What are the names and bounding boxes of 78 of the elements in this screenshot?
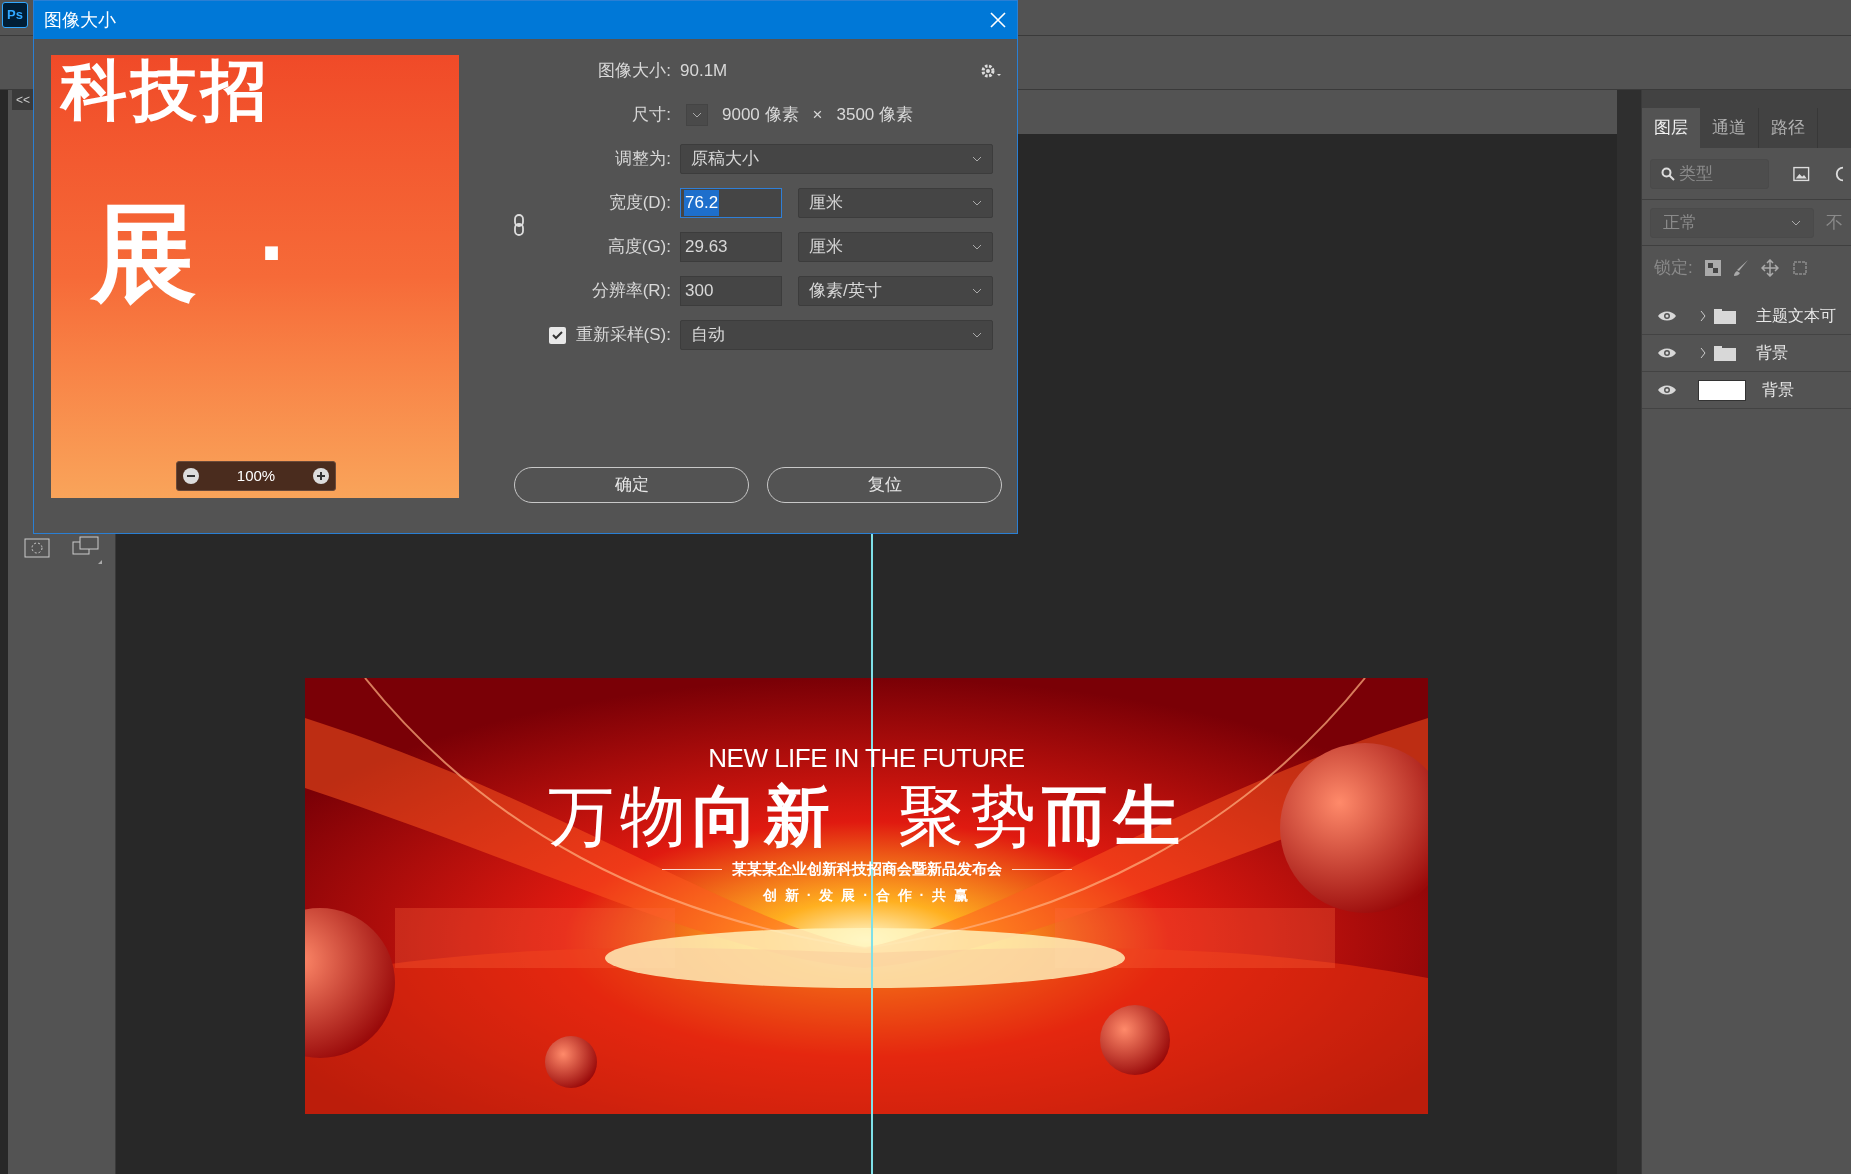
banner-headline: 聚势而生 <box>897 778 1186 854</box>
dialog-button[interactable]: 确定 <box>514 467 749 503</box>
checkmark-icon <box>551 330 563 340</box>
field-value: 29.63 <box>684 236 729 259</box>
zoom-in-icon[interactable] <box>313 468 329 484</box>
preview-text: 科技招 <box>58 55 272 125</box>
fit-to-dropdown[interactable]: 原稿大小 <box>680 144 993 174</box>
layer-thumbnail <box>1698 379 1746 401</box>
resample-checkbox[interactable] <box>548 326 566 344</box>
number-field[interactable]: 300 <box>680 276 782 306</box>
blend-mode-value: 正常 <box>1663 211 1697 234</box>
image-size-value: 90.1M <box>680 60 728 83</box>
field-value: 76.2 <box>684 190 720 216</box>
layer-row[interactable]: 主题文本可 <box>1642 298 1851 335</box>
field-label: 高度(G): <box>606 236 672 259</box>
zoom-level: 100% <box>236 465 276 486</box>
unit-dropdown[interactable]: 厘米 <box>798 188 993 218</box>
eye-icon[interactable] <box>1657 384 1677 396</box>
move-icon[interactable] <box>1760 259 1779 277</box>
app-logo: Ps <box>2 2 28 28</box>
eye-icon[interactable] <box>1657 310 1677 322</box>
dropdown-value: 厘米 <box>809 236 843 259</box>
zoom-out-icon[interactable] <box>183 468 199 484</box>
layer-row[interactable]: 背景 <box>1642 372 1851 409</box>
preview-text: 展 <box>91 193 197 313</box>
field-value: 300 <box>684 280 715 303</box>
screen-mode-icon[interactable] <box>72 536 102 564</box>
chevron-down-icon <box>1791 219 1801 226</box>
adjustment-icon[interactable] <box>1833 165 1843 182</box>
field-label: 调整为: <box>614 148 672 171</box>
layer-name: 背景 <box>1762 380 1794 400</box>
filter-placeholder: 类型 <box>1679 162 1713 185</box>
chevron-down-icon <box>972 332 982 338</box>
pixel-width: 9000 像素 <box>722 104 799 127</box>
chevron-down-icon <box>972 244 982 250</box>
link-icon[interactable] <box>513 214 525 236</box>
checkerboard-icon[interactable] <box>1704 260 1721 276</box>
field-label: 图像大小: <box>597 60 672 83</box>
expand-icon[interactable] <box>1700 347 1706 359</box>
unit-dropdown[interactable]: 厘米 <box>798 232 993 262</box>
dropdown-value: 厘米 <box>809 192 843 215</box>
settings-icon[interactable] <box>980 63 1002 79</box>
collapse-toggle[interactable]: << <box>12 90 34 110</box>
quick-mask-icon[interactable] <box>24 538 50 558</box>
close-icon[interactable] <box>989 11 1007 29</box>
dropdown-value: 像素/英寸 <box>809 280 882 303</box>
dialog-button[interactable]: 复位 <box>767 467 1002 503</box>
layer-name: 主题文本可 <box>1756 306 1836 326</box>
chevron-down-icon <box>972 288 982 294</box>
banner-slogan: 创 新 · 发 展 · 合 作 · 共 赢 <box>763 885 970 905</box>
chevron-down-icon <box>972 200 982 206</box>
brush-icon[interactable] <box>1732 259 1749 277</box>
window-title: 图像大小 <box>44 8 116 32</box>
layer-row[interactable]: 背景 <box>1642 335 1851 372</box>
resample-dropdown[interactable]: 自动 <box>680 320 993 350</box>
image-icon[interactable] <box>1793 165 1810 182</box>
layer-name: 背景 <box>1756 343 1788 363</box>
chevron-down-icon <box>692 112 702 118</box>
field-label: 尺寸: <box>631 104 672 127</box>
pixel-height: 3500 像素 <box>836 104 914 127</box>
times-sign: × <box>812 104 823 127</box>
eye-icon[interactable] <box>1657 347 1677 359</box>
folder-icon <box>1714 345 1736 361</box>
field-label: 重新采样(S): <box>575 324 671 347</box>
dropdown-value: 原稿大小 <box>691 148 759 171</box>
expand-icon[interactable] <box>1700 310 1706 322</box>
folder-icon <box>1714 308 1736 324</box>
field-label: 宽度(D): <box>607 192 672 215</box>
field-label: 分辨率(R): <box>590 280 672 303</box>
preview-text: · <box>259 203 289 303</box>
panel-tab[interactable]: 图层 <box>1642 108 1700 148</box>
search-icon <box>1661 166 1675 181</box>
number-field[interactable]: 29.63 <box>680 232 782 262</box>
dropdown-value: 自动 <box>691 324 725 347</box>
banner-headline: 万物向新 <box>547 778 836 854</box>
number-field[interactable]: 76.2 <box>680 188 782 218</box>
chevron-down-icon <box>972 156 982 162</box>
unit-dropdown[interactable]: 像素/英寸 <box>798 276 993 306</box>
